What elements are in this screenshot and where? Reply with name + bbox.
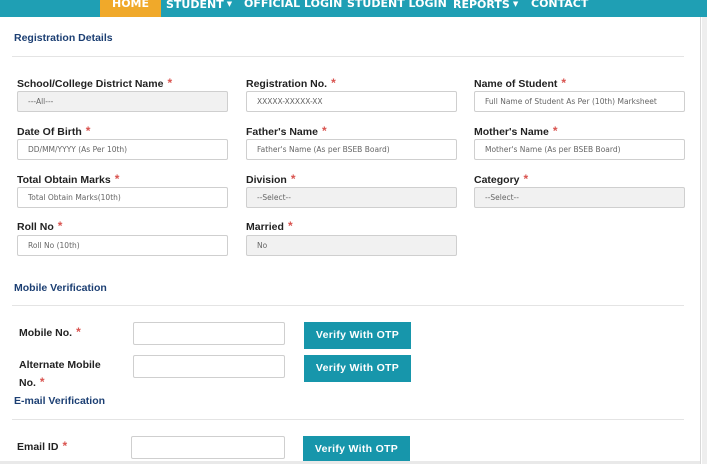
district-select[interactable]: ---All--- — [17, 91, 228, 112]
nav-official-login[interactable]: OFFICIAL LOGIN — [244, 0, 342, 17]
district-label: School/College District Name * — [17, 76, 173, 90]
marks-label: Total Obtain Marks * — [17, 172, 120, 186]
email-verify-otp-button[interactable]: Verify With OTP — [303, 436, 410, 463]
mother-name-label: Mother's Name * — [474, 124, 558, 138]
student-name-input[interactable]: Full Name of Student As Per (10th) Marks… — [474, 91, 685, 112]
reg-no-label: Registration No. * — [246, 76, 336, 90]
panel-border — [700, 17, 701, 464]
dob-input[interactable]: DD/MM/YYYY (As Per 10th) — [17, 139, 228, 160]
email-input[interactable] — [131, 436, 285, 459]
divider — [12, 419, 684, 420]
alt-mobile-input[interactable] — [133, 355, 285, 378]
roll-no-label: Roll No * — [17, 219, 63, 233]
nav-student[interactable]: STUDENT ▼ — [166, 0, 232, 17]
section-title-email: E-mail Verification — [14, 395, 106, 407]
alt-mobile-label: Alternate Mobile No. * — [19, 359, 101, 389]
nav-contact[interactable]: CONTACT — [531, 0, 588, 17]
section-title-mobile: Mobile Verification — [14, 282, 107, 294]
mobile-verify-otp-button[interactable]: Verify With OTP — [304, 322, 411, 349]
division-select[interactable]: --Select-- — [246, 187, 457, 208]
section-title-registration: Registration Details — [14, 32, 113, 44]
mother-name-input[interactable]: Mother's Name (As per BSEB Board) — [474, 139, 685, 160]
reg-no-input[interactable]: XXXXX-XXXXX-XX — [246, 91, 457, 112]
nav-student-login[interactable]: STUDENT LOGIN — [347, 0, 447, 17]
division-label: Division * — [246, 172, 296, 186]
roll-no-input[interactable]: Roll No (10th) — [17, 235, 228, 256]
mobile-label: Mobile No. * — [19, 325, 81, 339]
top-nav: HOME STUDENT ▼ OFFICIAL LOGIN STUDENT LOG… — [0, 0, 707, 17]
student-name-label: Name of Student * — [474, 76, 567, 90]
father-name-label: Father's Name * — [246, 124, 327, 138]
email-label: Email ID * — [17, 439, 68, 453]
alt-mobile-verify-otp-button[interactable]: Verify With OTP — [304, 355, 411, 382]
divider — [12, 56, 684, 57]
nav-home[interactable]: HOME — [100, 0, 162, 17]
dob-label: Date Of Birth * — [17, 124, 91, 138]
married-label: Married * — [246, 219, 293, 233]
marks-input[interactable]: Total Obtain Marks(10th) — [17, 187, 228, 208]
father-name-input[interactable]: Father's Name (As per BSEB Board) — [246, 139, 457, 160]
nav-reports[interactable]: REPORTS ▼ — [453, 0, 518, 17]
category-label: Category * — [474, 172, 529, 186]
category-select[interactable]: --Select-- — [474, 187, 685, 208]
married-select[interactable]: No — [246, 235, 457, 256]
scrollbar[interactable] — [702, 17, 707, 464]
chevron-down-icon: ▼ — [512, 0, 519, 8]
chevron-down-icon: ▼ — [226, 0, 233, 8]
divider — [12, 305, 684, 306]
mobile-input[interactable] — [133, 322, 285, 345]
